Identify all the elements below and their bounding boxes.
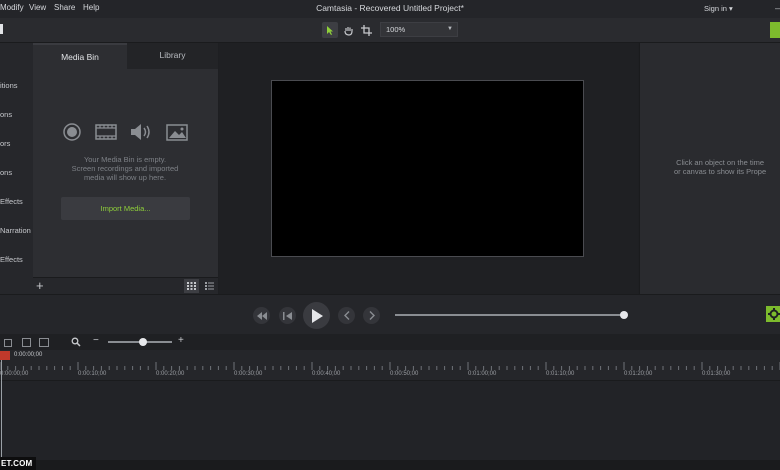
zoom-value: 100% <box>386 25 406 34</box>
sign-in-button[interactable]: Sign in ▾ <box>704 4 733 13</box>
tool-voice-narration[interactable]: Narration <box>0 226 31 235</box>
minimize-icon[interactable]: – <box>775 3 780 13</box>
add-icon[interactable]: + <box>36 278 44 293</box>
ruler-label: 0:00:10;00 <box>78 371 107 377</box>
menu-bar: Modify View Share Help Camtasia - Recove… <box>0 0 780 18</box>
window-title: Camtasia - Recovered Untitled Project* <box>316 3 464 13</box>
grid-view-icon[interactable] <box>184 279 199 293</box>
chevron-down-icon: ▼ <box>447 26 453 32</box>
previous-icon[interactable] <box>338 307 355 324</box>
properties-hint: Click an object on the time or canvas to… <box>674 158 766 176</box>
tool-cursor-effects[interactable]: Effects <box>0 197 23 206</box>
import-media-label: Import Media... <box>100 204 151 213</box>
ruler-label: 0:00:30;00 <box>234 371 263 377</box>
step-back-icon[interactable] <box>279 307 296 324</box>
select-tool-icon[interactable] <box>322 22 338 38</box>
playback-bar <box>0 294 780 335</box>
record-icon <box>62 122 82 142</box>
empty-line-1: Your Media Bin is empty. <box>83 155 167 164</box>
split-icon[interactable] <box>39 338 49 347</box>
image-icon <box>165 122 189 142</box>
toolbar: 100% ▼ <box>0 18 780 43</box>
audio-icon <box>128 122 154 142</box>
tab-media-bin[interactable]: Media Bin <box>33 43 127 69</box>
empty-line-3: media will show up here. <box>83 173 167 182</box>
rewind-icon[interactable] <box>253 307 270 324</box>
ruler-label: 0:00:50;00 <box>390 371 419 377</box>
gear-icon[interactable] <box>766 306 780 322</box>
ruler-label: 0:00:20;00 <box>156 371 185 377</box>
ruler-label: 0:01:30;00 <box>702 371 731 377</box>
ruler-label: 0:00:40;00 <box>312 371 341 377</box>
properties-hint-line-1: Click an object on the time <box>676 158 765 167</box>
tab-library[interactable]: Library <box>127 43 218 69</box>
tab-library-label: Library <box>159 50 186 60</box>
ruler-label: 0:01:00;00 <box>468 371 497 377</box>
media-bin-footer: + <box>33 277 218 295</box>
watermark: ET.COM <box>0 457 36 470</box>
zoom-dropdown[interactable]: 100% ▼ <box>380 22 458 37</box>
scrubber-track[interactable] <box>395 314 625 316</box>
playhead-handle[interactable] <box>0 351 10 360</box>
play-icon[interactable] <box>303 302 330 329</box>
app-logo-icon <box>0 24 3 34</box>
zoom-out-icon[interactable]: − <box>93 335 99 346</box>
copy-icon[interactable] <box>4 339 12 347</box>
playhead-line <box>1 360 2 470</box>
tool-audio-effects[interactable]: Effects <box>0 255 23 264</box>
tools-panel: itions ons ors ons Effects Narration Eff… <box>0 43 34 294</box>
video-icon <box>94 122 118 142</box>
ruler-label: 0:00:00;00 <box>0 371 29 377</box>
video-canvas[interactable] <box>271 80 584 257</box>
empty-line-2: Screen recordings and imported <box>71 164 179 173</box>
zoom-in-icon[interactable]: + <box>178 335 184 346</box>
tool-behaviors[interactable]: ors <box>0 139 10 148</box>
timeline-zoom-handle[interactable] <box>139 338 148 346</box>
playhead-time: 0:00:00;00 <box>14 352 43 358</box>
scrubber-handle[interactable] <box>620 311 628 319</box>
timeline-tracks[interactable] <box>0 381 780 470</box>
crop-tool-icon[interactable] <box>358 22 374 38</box>
import-media-button[interactable]: Import Media... <box>61 197 190 220</box>
timeline-scrollbar[interactable] <box>0 460 780 470</box>
ruler-label: 0:01:10;00 <box>546 371 575 377</box>
tool-transitions[interactable]: itions <box>0 81 18 90</box>
properties-hint-line-2: or canvas to show its Prope <box>674 167 767 176</box>
pan-tool-icon[interactable] <box>340 22 356 38</box>
watermark-text: ET.COM <box>1 459 33 468</box>
paste-icon[interactable] <box>22 338 31 347</box>
next-icon[interactable] <box>363 307 380 324</box>
properties-panel: Click an object on the time or canvas to… <box>639 43 780 294</box>
export-button[interactable] <box>770 22 780 38</box>
media-bin-empty-message: Your Media Bin is empty. Screen recordin… <box>55 155 195 182</box>
zoom-magnifier-icon <box>71 337 81 347</box>
tab-media-bin-label: Media Bin <box>61 52 99 62</box>
tool-animations[interactable]: ons <box>0 168 12 177</box>
timeline-toolbar: − + <box>0 334 780 350</box>
tool-annotations[interactable]: ons <box>0 110 12 119</box>
list-view-icon[interactable] <box>202 279 217 293</box>
ruler-label: 0:01:20;00 <box>624 371 653 377</box>
